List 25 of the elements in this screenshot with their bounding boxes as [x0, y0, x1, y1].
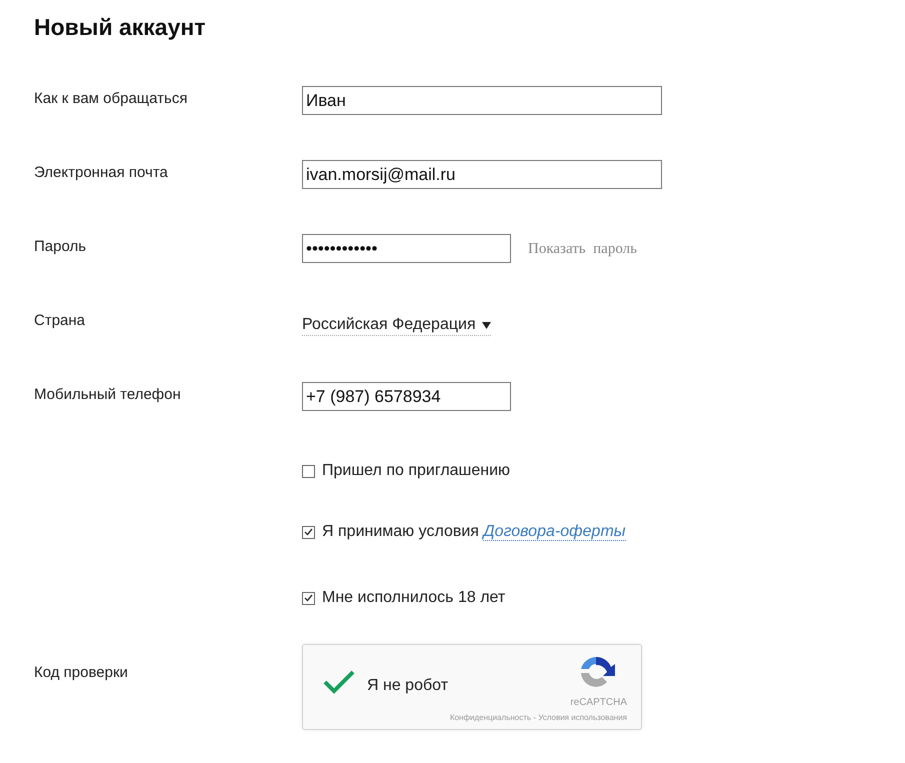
checkbox-label: Мне исполнилось 18 лет	[322, 589, 506, 607]
country-dropdown[interactable]: Российская Федерация	[302, 316, 491, 336]
recaptcha-brand: reCAPTCHA	[570, 697, 627, 708]
offer-link[interactable]: Договора-оферты	[483, 523, 626, 541]
input-field[interactable]: Иван	[302, 86, 662, 115]
field-label: Страна	[34, 311, 86, 329]
field-label: Электронная почта	[34, 163, 169, 181]
show-password-link[interactable]: Показать пароль	[528, 241, 637, 258]
checkbox[interactable]	[302, 464, 315, 478]
captcha-text: Я не робот	[367, 677, 448, 696]
checkbox-label: Пришел по приглашению	[322, 462, 510, 480]
checkbox[interactable]	[302, 592, 315, 604]
check-icon[interactable]	[323, 669, 355, 695]
field-label: Мобильный телефон	[34, 385, 182, 403]
field-label: Код проверки	[34, 663, 129, 681]
input-field[interactable]: ••••••••••••	[302, 234, 511, 263]
input-field[interactable]: +7 (987) 6578934	[302, 382, 511, 411]
input-field[interactable]: ivan.morsij@mail.ru	[302, 160, 662, 189]
checkbox[interactable]	[302, 526, 315, 538]
field-label: Как к вам обращаться	[34, 89, 188, 107]
field-label: Пароль	[34, 237, 88, 255]
checkbox-label: Я принимаю условия Договора-оферты	[322, 523, 626, 541]
caret-icon	[482, 322, 491, 328]
page-title: Новый аккаунт	[34, 14, 207, 41]
captcha-footer: Конфиденциальность - Условия использования	[450, 713, 627, 722]
